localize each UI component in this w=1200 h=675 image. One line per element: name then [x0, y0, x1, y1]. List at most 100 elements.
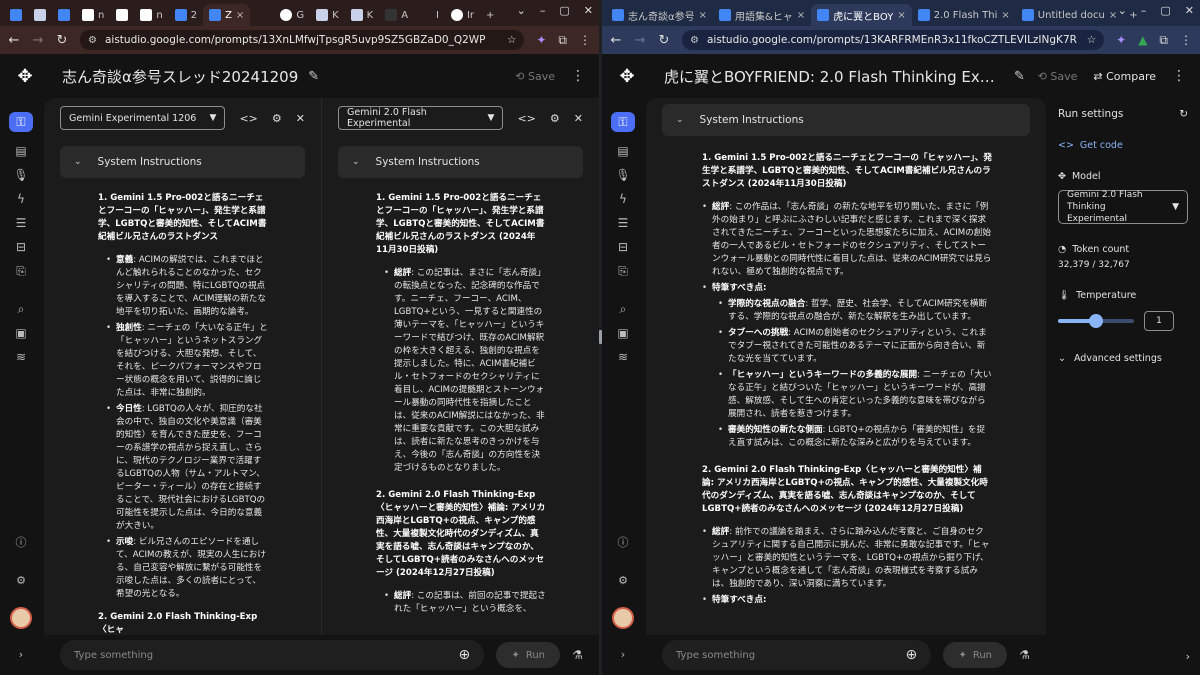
api-key-icon[interactable]: ⚿	[9, 112, 33, 132]
menu-icon[interactable]: ⋮	[1180, 33, 1192, 47]
model-select[interactable]: Gemini 2.0 Flash Thinking Experimental ▼	[1058, 190, 1188, 224]
info-icon[interactable]: ⓘ	[8, 531, 34, 553]
close-tab-icon[interactable]: ×	[236, 10, 244, 21]
search-prompt-icon[interactable]: ⌕	[8, 298, 34, 320]
browser-tab[interactable]: 虎に翼とBOY ×	[811, 4, 912, 26]
tab-search-icon[interactable]: ⌄	[1118, 4, 1127, 17]
collapse-panel-icon[interactable]: ›	[1186, 650, 1190, 663]
system-instructions-toggle[interactable]: ⌄ System Instructions	[338, 146, 583, 178]
close-tab-icon[interactable]: ×	[1001, 10, 1009, 21]
info-icon[interactable]: ⓘ	[610, 531, 636, 553]
stack-icon[interactable]: ≋	[8, 346, 34, 368]
browser-tab[interactable]	[110, 4, 134, 26]
tab-search-icon[interactable]: ⌄	[517, 4, 526, 17]
close-tab-icon[interactable]: ×	[699, 10, 707, 21]
reload-icon[interactable]: ↻	[658, 33, 670, 48]
microphone-icon[interactable]: 🎙	[8, 164, 34, 186]
get-code-link[interactable]: <> Get code	[1058, 140, 1188, 151]
close-tab-icon[interactable]: ×	[797, 10, 805, 21]
stack-icon[interactable]: ≋	[610, 346, 636, 368]
browser-tab[interactable]: K	[345, 4, 380, 26]
slider-knob[interactable]	[1089, 314, 1103, 328]
forward-icon[interactable]: →	[634, 33, 646, 48]
close-tab-icon[interactable]: ×	[1109, 10, 1117, 21]
more-options-icon[interactable]: ⋮	[1172, 68, 1186, 84]
browser-tab[interactable]	[250, 4, 274, 26]
more-options-icon[interactable]: ⋮	[571, 68, 585, 84]
tune-icon[interactable]: ☰	[8, 212, 34, 234]
browser-tab[interactable]: I	[414, 4, 445, 26]
lightning-icon[interactable]: ϟ	[610, 188, 636, 210]
bookmark-star-icon[interactable]: ☆	[507, 34, 516, 46]
expand-rail-icon[interactable]: ›	[610, 643, 636, 665]
extensions-icon[interactable]: ⧉	[1159, 33, 1168, 48]
docs-icon[interactable]: ⎘	[610, 260, 636, 282]
prompt-input[interactable]: Type something ⊕	[662, 640, 932, 670]
api-key-icon[interactable]: ⚿	[611, 112, 635, 132]
edit-title-icon[interactable]: ✎	[1014, 69, 1025, 84]
temperature-input[interactable]: 1	[1144, 311, 1174, 331]
advanced-settings-toggle[interactable]: ⌄ Advanced settings	[1058, 353, 1188, 364]
expand-rail-icon[interactable]: ›	[8, 643, 34, 665]
back-icon[interactable]: ←	[610, 33, 622, 48]
close-column-icon[interactable]: ✕	[296, 112, 305, 125]
maximize-icon[interactable]: ▢	[559, 4, 569, 17]
close-window-icon[interactable]: ✕	[1185, 4, 1194, 17]
save-button[interactable]: ⟲ Save	[515, 70, 555, 83]
avatar[interactable]	[612, 607, 634, 629]
gallery-icon[interactable]: ⊟	[8, 236, 34, 258]
code-icon[interactable]: <>	[517, 112, 535, 125]
browser-tab[interactable]: 2	[169, 4, 203, 26]
gallery-icon[interactable]: ⊟	[610, 236, 636, 258]
system-instructions-toggle[interactable]: ⌄ System Instructions	[662, 104, 1030, 136]
tune-icon[interactable]: ☰	[610, 212, 636, 234]
flask-icon[interactable]: ⚗	[572, 648, 583, 662]
browser-tab[interactable]: 2.0 Flash Thi ×	[912, 4, 1016, 26]
add-media-icon[interactable]: ⊕	[459, 647, 471, 663]
close-window-icon[interactable]: ✕	[584, 4, 593, 17]
browser-tab[interactable]	[28, 4, 52, 26]
browser-tab[interactable]: 用語集&ヒャ ×	[713, 4, 811, 26]
lightning-icon[interactable]: ϟ	[8, 188, 34, 210]
gemini-extension-icon[interactable]: ✦	[536, 33, 546, 47]
close-column-icon[interactable]: ✕	[574, 112, 583, 125]
docs-icon[interactable]: ⎘	[8, 260, 34, 282]
drive-extension-icon[interactable]: ▲	[1138, 33, 1147, 47]
run-button[interactable]: ✦ Run	[943, 642, 1008, 668]
system-instructions-toggle[interactable]: ⌄ System Instructions	[60, 146, 305, 178]
save-button[interactable]: ⟲ Save	[1038, 70, 1078, 83]
new-tab-icon[interactable]: +	[480, 4, 500, 26]
settings-gear-icon[interactable]: ⚙	[8, 569, 34, 591]
ai-studio-logo-icon[interactable]: ✥	[14, 65, 36, 87]
browser-tab[interactable]: K	[310, 4, 345, 26]
browser-tab[interactable]: n	[76, 4, 110, 26]
browser-tab[interactable]: Untitled docu ×	[1016, 4, 1123, 26]
model-select-2[interactable]: Gemini 2.0 Flash Experimental ▼	[338, 106, 504, 130]
model-select-1[interactable]: Gemini Experimental 1206 ▼	[60, 106, 226, 130]
browser-tab[interactable]	[4, 4, 28, 26]
page-title[interactable]: 虎に翼とBOYFRIEND: 2.0 Flash Thinking Exp 試験…	[664, 66, 1004, 87]
url-bar[interactable]: ⚙ aistudio.google.com/prompts/13XnLMfwjT…	[80, 30, 525, 50]
maximize-icon[interactable]: ▢	[1160, 4, 1170, 17]
browser-tab[interactable]: Z ×	[203, 4, 251, 26]
chat-history-icon[interactable]: ▣	[610, 322, 636, 344]
compare-button[interactable]: ⇄ Compare	[1093, 70, 1156, 83]
reload-icon[interactable]: ↻	[56, 33, 68, 48]
gemini-extension-icon[interactable]: ✦	[1116, 33, 1126, 47]
prompt-input[interactable]: Type something ⊕	[60, 640, 485, 670]
code-icon[interactable]: <>	[239, 112, 257, 125]
run-button[interactable]: ✦ Run	[496, 642, 561, 668]
flask-icon[interactable]: ⚗	[1019, 648, 1030, 662]
avatar[interactable]	[10, 607, 32, 629]
chat-history-icon[interactable]: ▣	[8, 322, 34, 344]
chat-prompt-icon[interactable]: ▤	[610, 140, 636, 162]
browser-tab[interactable]: n	[134, 4, 168, 26]
browser-tab[interactable]: 志ん奇談α参号 ×	[606, 4, 713, 26]
microphone-icon[interactable]: 🎙	[610, 164, 636, 186]
chat-prompt-icon[interactable]: ▤	[8, 140, 34, 162]
browser-tab[interactable]: Ir	[445, 4, 480, 26]
close-tab-icon[interactable]: ×	[897, 10, 905, 21]
ai-studio-logo-icon[interactable]: ✥	[616, 65, 638, 87]
extensions-icon[interactable]: ⧉	[558, 33, 567, 48]
settings-icon[interactable]: ⚙	[550, 112, 560, 125]
